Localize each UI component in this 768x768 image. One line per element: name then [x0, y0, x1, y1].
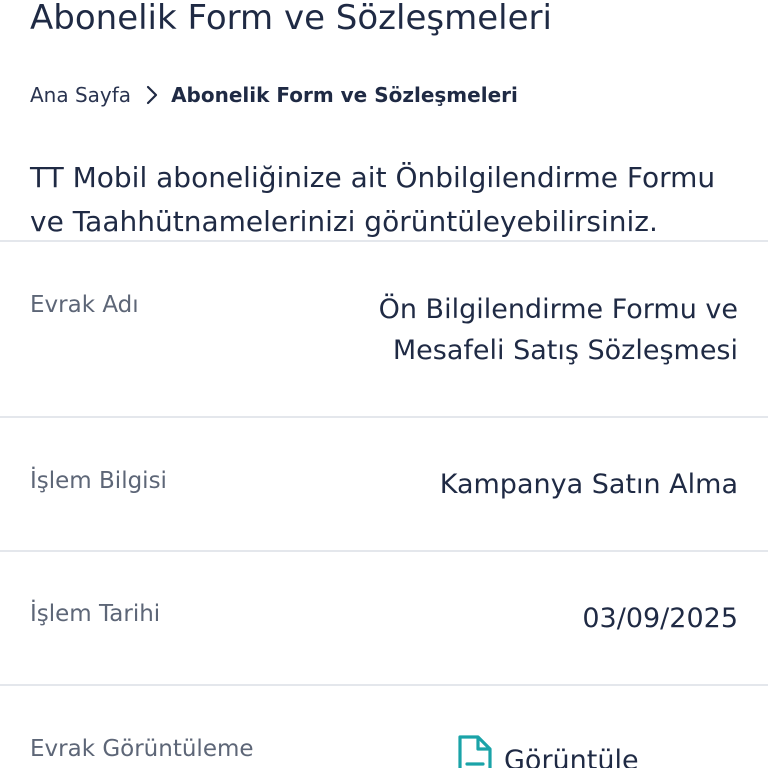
intro-text: TT Mobil aboneliğinize ait Önbilgilendir…	[30, 161, 716, 238]
view-document-label: Görüntüle	[504, 745, 639, 768]
divider	[0, 550, 768, 552]
page-title: Abonelik Form ve Sözleşmeleri	[30, 0, 552, 38]
document-name-value-line1: Ön Bilgilendirme Formu ve	[378, 294, 738, 325]
breadcrumb-home-link[interactable]: Ana Sayfa	[30, 83, 131, 107]
breadcrumb-current: Abonelik Form ve Sözleşmeleri	[171, 83, 518, 107]
transaction-date-value: 03/09/2025	[582, 603, 738, 634]
transaction-info-value: Kampanya Satın Alma	[439, 469, 738, 500]
transaction-info-label: İşlem Bilgisi	[30, 468, 167, 494]
document-icon	[458, 735, 492, 768]
view-document-button[interactable]: Görüntüle	[456, 734, 639, 768]
document-name-label: Evrak Adı	[30, 292, 139, 318]
divider	[0, 684, 768, 686]
divider	[0, 416, 768, 418]
chevron-right-icon	[146, 85, 158, 105]
breadcrumb: Ana Sayfa Abonelik Form ve Sözleşmeleri	[30, 80, 518, 110]
divider	[0, 240, 768, 242]
transaction-date-label: İşlem Tarihi	[30, 601, 161, 627]
subscription-forms-page: Abonelik Form ve Sözleşmeleri Ana Sayfa …	[0, 0, 768, 768]
document-view-label: Evrak Görüntüleme	[30, 736, 254, 762]
document-name-value-line2: Mesafeli Satış Sözleşmesi	[392, 335, 738, 366]
